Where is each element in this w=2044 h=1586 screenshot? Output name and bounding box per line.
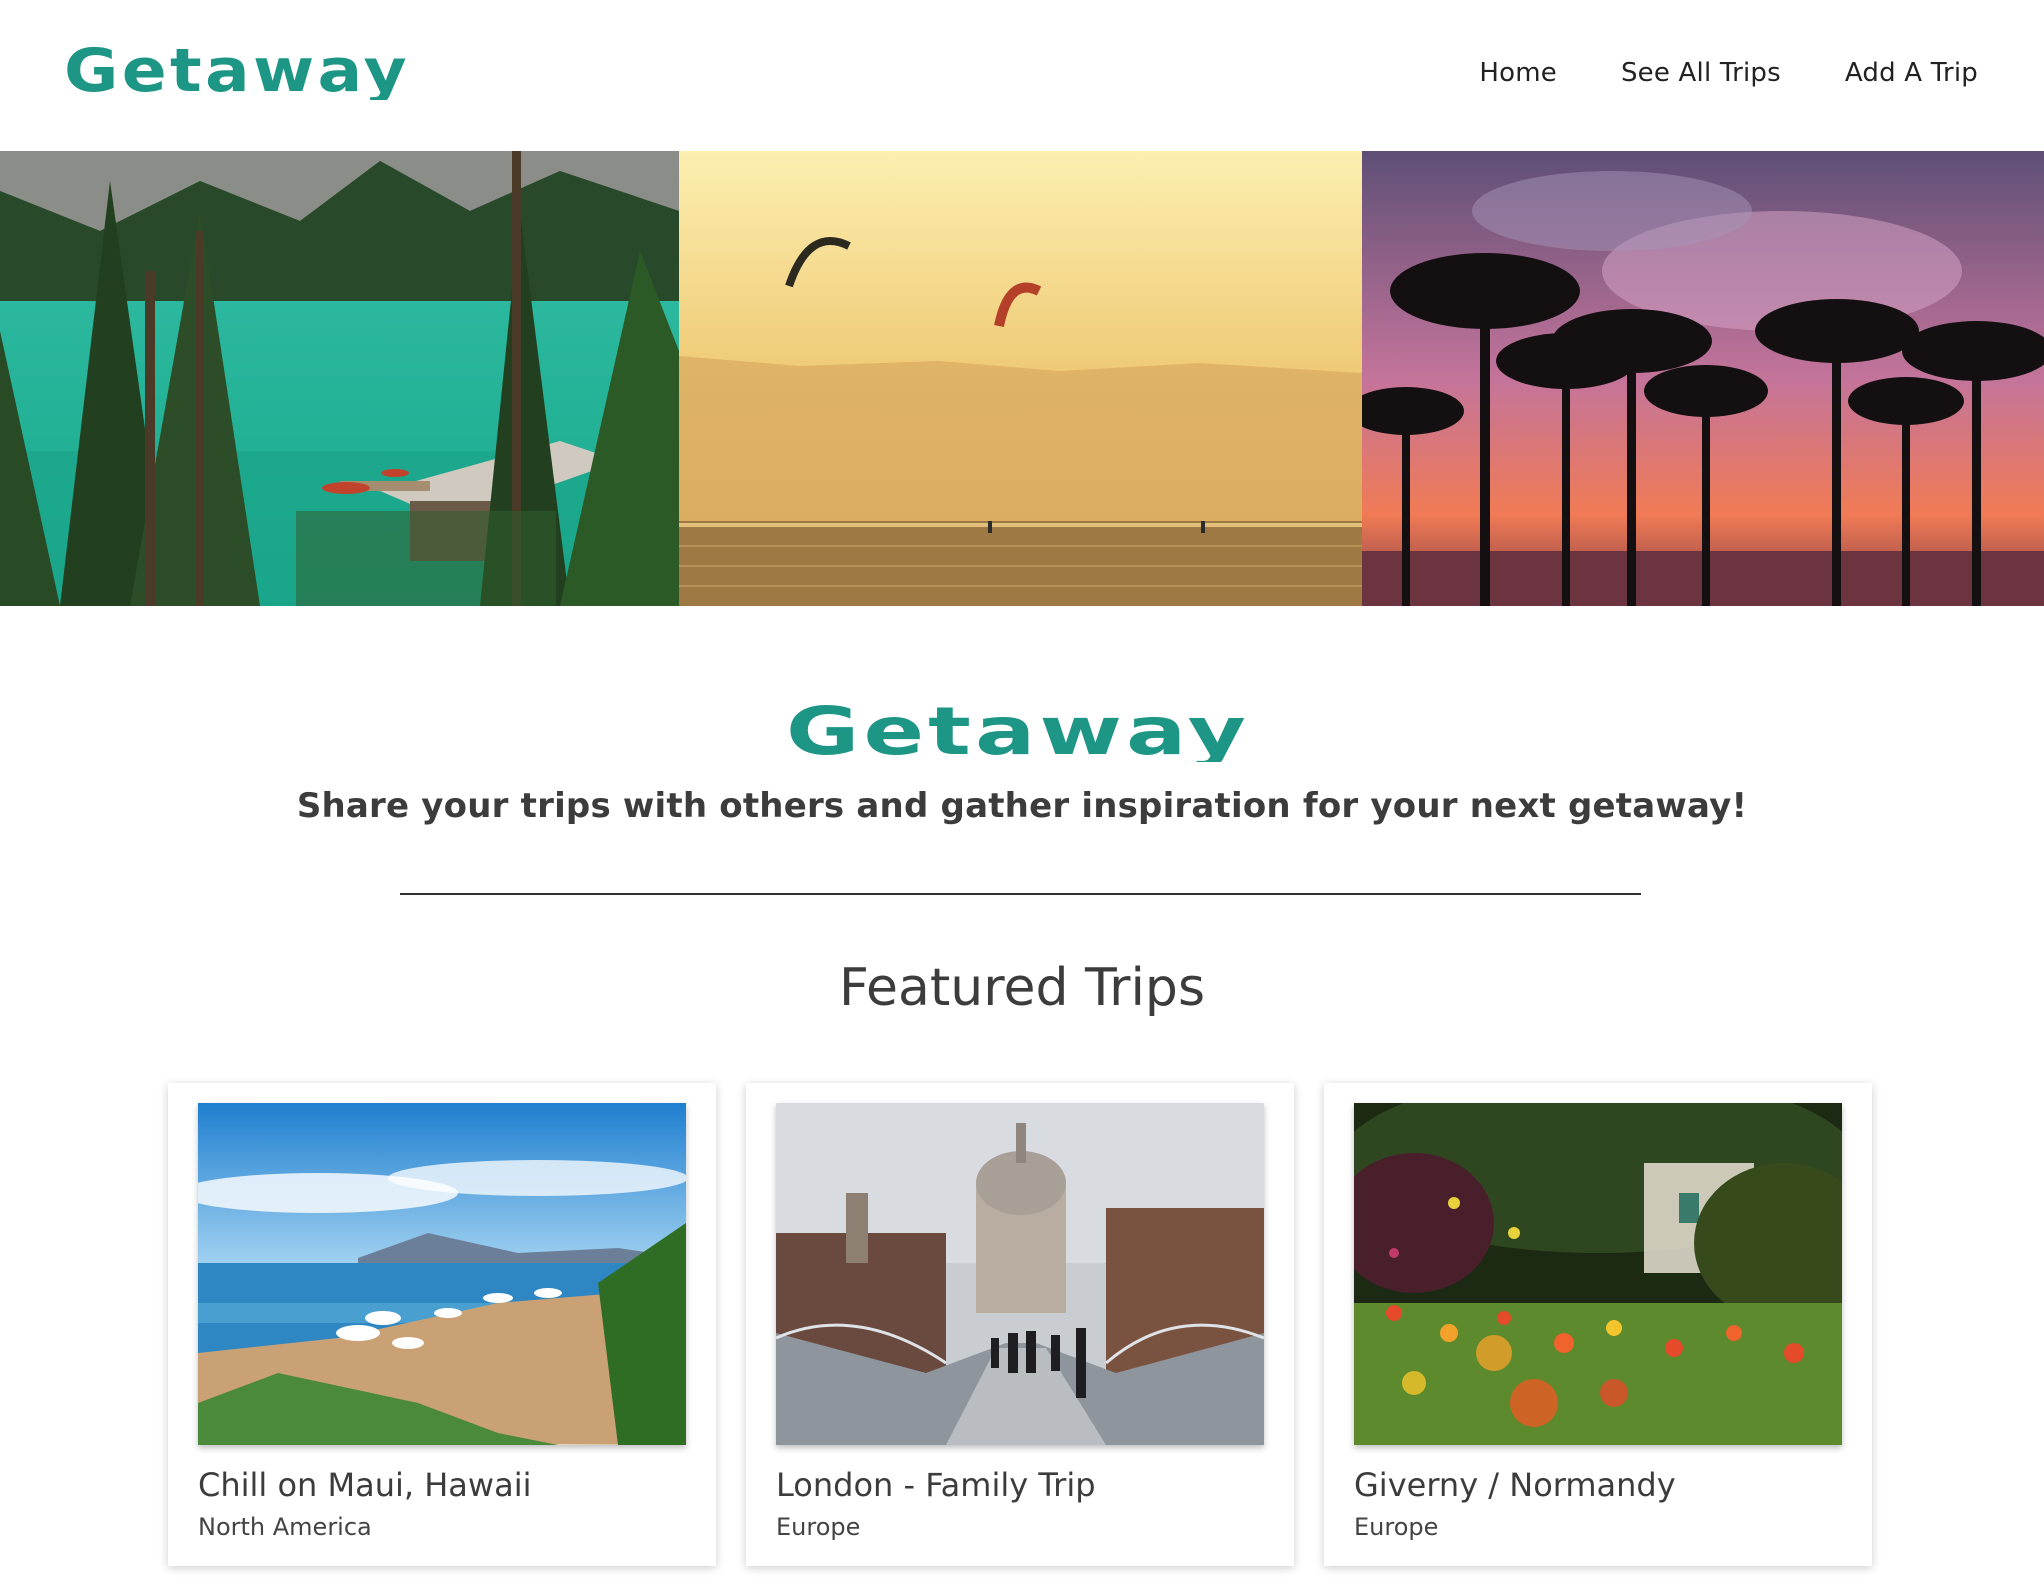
navbar: Getaway Home See All Trips Add A Trip — [0, 0, 2044, 151]
section-divider — [400, 893, 1641, 895]
trip-card-title[interactable]: London - Family Trip — [776, 1466, 1096, 1504]
featured-trips-list: Chill on Maui, Hawaii North America Lond… — [168, 1083, 1874, 1566]
trip-card-region: Europe — [1354, 1513, 1439, 1541]
getaway-logo[interactable]: Getaway — [64, 38, 414, 100]
trip-card-region: Europe — [776, 1513, 861, 1541]
tagline: Share your trips with others and gather … — [296, 786, 1748, 826]
london-bridge-photo[interactable] — [776, 1103, 1264, 1445]
beach-photo[interactable] — [198, 1103, 686, 1445]
palm-tree-sunset-photo — [1362, 151, 2044, 606]
trip-card-title[interactable]: Giverny / Normandy — [1354, 1466, 1676, 1504]
svg-text:Getaway: Getaway — [786, 698, 1250, 762]
kitesurf-sunset-photo — [679, 151, 1362, 606]
trip-card-maui[interactable]: Chill on Maui, Hawaii North America — [168, 1083, 716, 1566]
nav-see-all-trips-link[interactable]: See All Trips — [1621, 58, 1781, 88]
trip-card-region: North America — [198, 1513, 372, 1541]
trip-card-title[interactable]: Chill on Maui, Hawaii — [198, 1466, 531, 1504]
lake-forest-photo — [0, 151, 679, 606]
intro-getaway-logo: Getaway — [786, 698, 1250, 762]
featured-trips-title: Featured Trips — [838, 958, 1206, 1018]
trip-card-london[interactable]: London - Family Trip Europe — [746, 1083, 1294, 1566]
hero-banner — [0, 151, 2044, 606]
nav-home-link[interactable]: Home — [1479, 58, 1557, 88]
nav-add-a-trip-link[interactable]: Add A Trip — [1845, 58, 1978, 88]
svg-text:Getaway: Getaway — [64, 38, 410, 100]
garden-flowers-photo[interactable] — [1354, 1103, 1842, 1445]
trip-card-giverny[interactable]: Giverny / Normandy Europe — [1324, 1083, 1872, 1566]
nav-links: Home See All Trips Add A Trip — [1479, 58, 1978, 88]
